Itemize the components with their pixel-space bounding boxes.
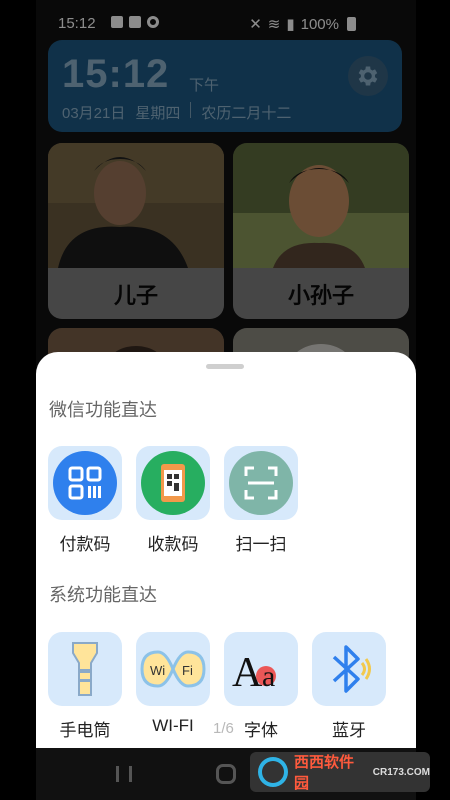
phone-screen: 15:12 ✕ ≋ ▮ 100% 15:12 下午 03月21日 星期四 农历二…	[36, 0, 416, 800]
svg-text:Fi: Fi	[182, 663, 193, 678]
watermark-url: CR173.COM	[372, 766, 430, 778]
clock-lunar: 农历二月十二	[201, 105, 292, 122]
contact-photo	[233, 143, 409, 268]
settings-notification-icon	[147, 16, 159, 28]
wifi-icon: Wi Fi	[140, 650, 206, 688]
font-button[interactable]: A a 字体	[224, 632, 298, 741]
status-time: 15:12	[58, 15, 96, 32]
scan-button[interactable]: 扫一扫	[224, 446, 298, 555]
flashlight-icon	[72, 642, 98, 696]
scan-tile	[224, 446, 298, 520]
tile-label: 手电筒	[59, 721, 111, 740]
clock-card: 15:12 下午 03月21日 星期四 农历二月十二	[48, 40, 402, 132]
battery-icon	[347, 17, 356, 31]
settings-button[interactable]	[348, 56, 388, 96]
contact-name: 小孙子	[233, 268, 409, 319]
tile-label: 扫一扫	[235, 535, 287, 554]
recents-button[interactable]	[116, 766, 132, 782]
wechat-section-title: 微信功能直达	[49, 400, 157, 420]
clock-ampm: 下午	[189, 77, 220, 94]
flashlight-tile	[48, 632, 122, 706]
wifi-button[interactable]: Wi Fi WI-FI	[136, 632, 210, 736]
font-icon: A a	[232, 650, 276, 694]
sheet-drag-handle[interactable]	[206, 364, 244, 369]
receive-code-button[interactable]: 收款码	[136, 446, 210, 555]
scan-icon	[229, 451, 293, 515]
contact-name: 儿子	[48, 268, 224, 319]
receive-code-icon	[141, 451, 205, 515]
contact-card-son[interactable]: 儿子	[48, 143, 224, 319]
system-section-title: 系统功能直达	[49, 585, 157, 605]
status-bar: 15:12 ✕ ≋ ▮ 100%	[36, 0, 416, 44]
bluetooth-tile	[312, 632, 386, 706]
bluetooth-button[interactable]: 蓝牙	[312, 632, 386, 741]
wifi-tile: Wi Fi	[136, 632, 210, 706]
payment-code-button[interactable]: 付款码	[48, 446, 122, 555]
tile-label: WI-FI	[152, 716, 194, 735]
notification-icons	[111, 16, 159, 28]
tile-label: 付款码	[59, 535, 111, 554]
flashlight-button[interactable]: 手电筒	[48, 632, 122, 741]
bluetooth-icon	[332, 645, 371, 693]
watermark-logo: 西西软件园 CR173.COM	[250, 752, 430, 792]
font-tile: A a	[224, 632, 298, 706]
clock-date: 03月21日	[62, 105, 126, 122]
shopping-bag-icon	[129, 16, 141, 28]
gear-icon	[358, 66, 378, 86]
home-button[interactable]	[216, 764, 236, 784]
gallery-icon	[111, 16, 123, 28]
clock-time: 15:12	[62, 52, 170, 96]
svg-text:Wi: Wi	[150, 663, 165, 678]
contact-photo	[48, 143, 224, 268]
wifi-status-icon: ≋	[267, 16, 281, 33]
payment-code-icon	[53, 451, 117, 515]
clock-date-row: 03月21日 星期四 农历二月十二	[62, 102, 291, 123]
mute-icon: ✕	[249, 16, 262, 33]
tile-label: 收款码	[147, 535, 199, 554]
battery-percent: 100%	[300, 15, 339, 33]
payment-code-tile	[48, 446, 122, 520]
watermark-brand: 西西软件园	[293, 754, 354, 792]
signal-icon: ▮	[286, 16, 295, 33]
status-right: ✕ ≋ ▮ 100%	[249, 15, 356, 33]
contact-card-grandson[interactable]: 小孙子	[233, 143, 409, 319]
svg-text:a: a	[262, 660, 275, 693]
date-divider	[190, 102, 192, 118]
tile-label: 蓝牙	[332, 721, 366, 740]
page-indicator: 1/6	[213, 720, 234, 737]
clock-weekday: 星期四	[135, 105, 181, 122]
tile-label: 字体	[244, 721, 278, 740]
watermark-logo-icon	[258, 757, 288, 787]
receive-code-tile	[136, 446, 210, 520]
quick-actions-sheet: 微信功能直达 付款码 收款码 扫一扫 系统功能直达 手电筒 Wi Fi WI-F…	[36, 352, 416, 800]
